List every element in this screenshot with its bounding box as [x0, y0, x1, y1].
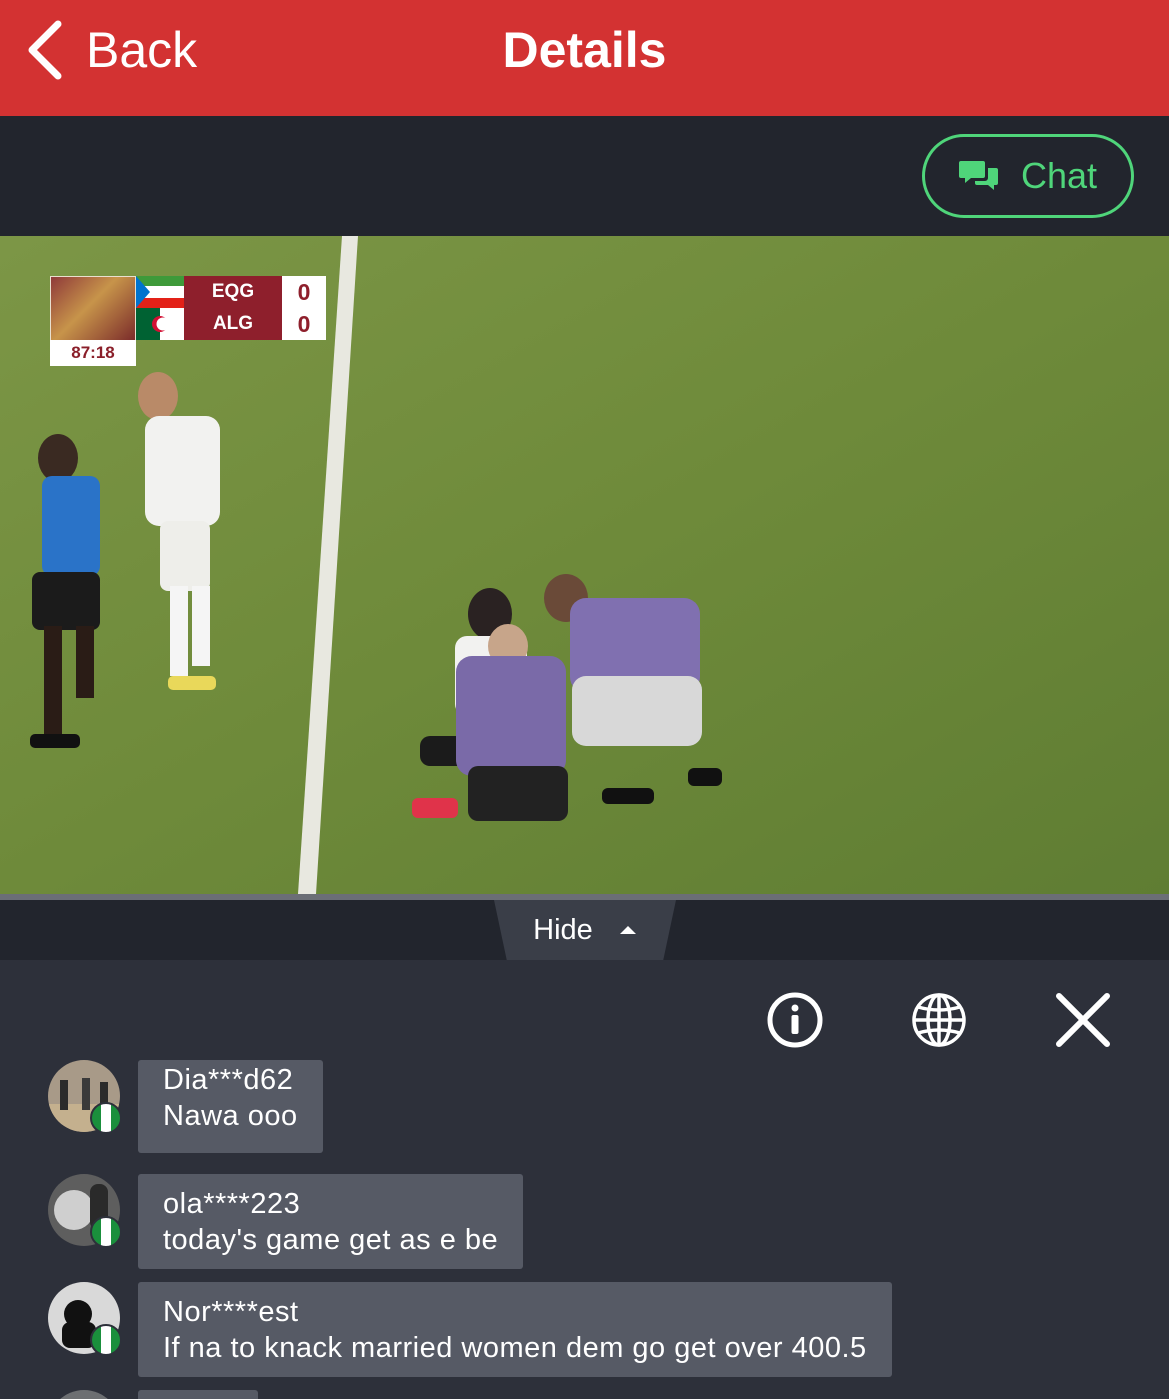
- message-username: Nor****est: [163, 1296, 299, 1328]
- flag-alg-icon: [136, 308, 184, 340]
- video-player[interactable]: 87:18 EQG 0 ALG 0: [0, 236, 1169, 894]
- nigeria-flag-icon: [90, 1216, 122, 1248]
- page-title: Details: [502, 22, 667, 78]
- away-team-score: 0: [282, 308, 326, 340]
- message-bubble: ola****223 today's game get as e be: [138, 1174, 524, 1269]
- match-clock: 87:18: [50, 340, 136, 366]
- chat-bar: Chat: [0, 116, 1169, 236]
- message-username: Dia***d62: [163, 1064, 294, 1096]
- home-team-code: EQG: [184, 276, 282, 308]
- hide-bar: Hide: [0, 900, 1169, 960]
- message-username: ola****223: [163, 1188, 301, 1220]
- scoreboard-row-home: EQG 0: [136, 276, 328, 308]
- hide-label: Hide: [533, 913, 593, 946]
- chat-panel: Dia***d62 Nawa ooo ola****223 today's ga…: [0, 960, 1169, 1399]
- message-bubble: Dia***d62 Nawa ooo: [138, 1060, 323, 1153]
- message-bubble: Nor****est If na to knack married women …: [138, 1282, 892, 1377]
- chat-button[interactable]: Chat: [922, 134, 1134, 218]
- info-icon[interactable]: [765, 990, 825, 1050]
- flag-eqg-icon: [136, 276, 184, 308]
- message-text: today's game get as e be: [163, 1224, 499, 1256]
- chat-bubbles-icon: [958, 161, 998, 190]
- home-team-score: 0: [282, 276, 326, 308]
- away-team-code: ALG: [184, 308, 282, 340]
- nigeria-flag-icon: [90, 1102, 122, 1134]
- message-text: If na to knack married women dem go get …: [163, 1332, 867, 1364]
- globe-icon[interactable]: [909, 990, 969, 1050]
- top-bar: Back Details: [0, 0, 1169, 116]
- tournament-logo: [50, 276, 136, 342]
- caret-up-icon: [619, 926, 636, 934]
- message-text: Nawa ooo: [163, 1100, 298, 1132]
- message-bubble: [138, 1390, 258, 1399]
- avatar[interactable]: [48, 1390, 120, 1399]
- close-icon[interactable]: [1053, 990, 1113, 1050]
- chat-button-label: Chat: [1020, 155, 1098, 196]
- hide-button[interactable]: Hide: [494, 900, 676, 960]
- scoreboard-row-away: ALG 0: [136, 308, 328, 340]
- nigeria-flag-icon: [90, 1324, 122, 1356]
